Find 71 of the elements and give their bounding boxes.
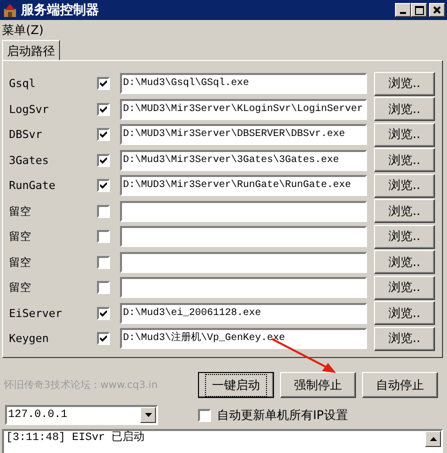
check-icon — [100, 106, 107, 113]
checkbox[interactable] — [97, 332, 110, 346]
maximize-icon — [414, 6, 424, 14]
browse-button[interactable]: 浏览.. — [374, 301, 435, 326]
log-line: [3:11:48] EISvr 已启动 — [6, 431, 146, 445]
checkbox[interactable] — [97, 306, 110, 320]
server-label: 留空 — [9, 204, 32, 219]
browse-button[interactable]: 浏览.. — [374, 250, 435, 274]
server-label: 留空 — [9, 229, 32, 244]
check-icon — [100, 182, 107, 190]
server-label: Keygen — [9, 332, 50, 346]
checkbox[interactable] — [97, 204, 110, 218]
check-icon — [100, 131, 107, 138]
check-icon — [100, 310, 107, 317]
close-button[interactable] — [429, 3, 445, 17]
browse-button[interactable]: 浏览.. — [374, 122, 435, 147]
checkbox[interactable] — [97, 154, 110, 167]
path-field[interactable] — [120, 226, 367, 248]
action-button[interactable]: 强制停止 — [280, 372, 356, 398]
up-arrow-icon — [430, 437, 436, 441]
checkbox[interactable] — [97, 281, 110, 294]
path-field[interactable]: D:\Mud3\注册机\Vp_GenKey.exe — [120, 328, 367, 350]
menu-item[interactable]: 菜单(Z) — [2, 23, 44, 37]
path-field[interactable]: D:\Mud3\Mir3Server\3Gates\3Gates.exe — [120, 150, 367, 171]
tab[interactable]: 启动路径 — [2, 40, 60, 60]
server-label: DBSvr — [9, 128, 44, 142]
path-field[interactable]: D:\MUD3\Mir3Server\KLoginSvr\LoginServer — [120, 98, 367, 120]
minimize-button[interactable] — [395, 3, 411, 17]
action-button[interactable]: 自动停止 — [362, 372, 438, 398]
path-field[interactable]: D:\Mud3\Gsql\GSql.exe — [120, 73, 367, 94]
checkbox[interactable] — [97, 230, 110, 244]
browse-button[interactable]: 浏览.. — [374, 174, 435, 198]
path-field[interactable]: D:\Mud3\ei_20061128.exe — [120, 302, 367, 324]
browse-button[interactable]: 浏览.. — [374, 224, 435, 249]
checkbox[interactable] — [97, 179, 110, 192]
window-title: 服务端控制器 — [21, 2, 100, 19]
server-label: 3Gates — [9, 154, 50, 167]
ip-dropdown[interactable]: 127.0.0.1 — [5, 405, 158, 425]
browse-button[interactable]: 浏览.. — [374, 148, 435, 172]
browse-button[interactable]: 浏览.. — [374, 276, 435, 300]
close-icon — [433, 6, 441, 14]
check-icon — [100, 156, 107, 164]
server-label: RunGate — [9, 179, 56, 192]
path-field[interactable]: D:\MUD3\Mir3Server\DBSERVER\DBSvr.exe — [120, 124, 367, 146]
maximize-button[interactable] — [411, 3, 427, 17]
server-label: LogSvr — [9, 102, 50, 116]
server-label: EiServer — [9, 306, 63, 320]
browse-button[interactable]: 浏览.. — [374, 72, 435, 96]
action-button[interactable]: 一键启动 — [198, 372, 274, 398]
server-label: Gsql — [9, 77, 36, 90]
checkbox-label: 自动更新单机所有IP设置 — [217, 406, 348, 424]
browse-button[interactable]: 浏览.. — [374, 97, 435, 122]
dropdown-arrow-icon — [144, 413, 152, 417]
path-field[interactable]: D:\MUD3\Mir3Server\RunGate\RunGate.exe — [120, 175, 367, 196]
browse-button[interactable]: 浏览.. — [374, 199, 435, 224]
app-icon — [2, 2, 18, 18]
check-icon — [100, 335, 107, 342]
path-field[interactable] — [120, 252, 367, 273]
server-label: 留空 — [9, 254, 32, 270]
path-field[interactable] — [120, 277, 367, 298]
path-field[interactable] — [120, 200, 367, 222]
checkbox[interactable] — [97, 256, 110, 269]
forum-text: 怀旧传奇3技术论坛：www.cq3.in — [4, 378, 159, 392]
server-label: 留空 — [9, 280, 32, 296]
checkbox[interactable] — [97, 77, 110, 90]
check-icon — [100, 80, 107, 88]
checkbox[interactable] — [97, 102, 110, 116]
checkbox[interactable] — [198, 408, 211, 422]
checkbox[interactable] — [97, 128, 110, 142]
scroll-up-button[interactable] — [425, 431, 441, 447]
browse-button[interactable]: 浏览.. — [374, 326, 435, 351]
